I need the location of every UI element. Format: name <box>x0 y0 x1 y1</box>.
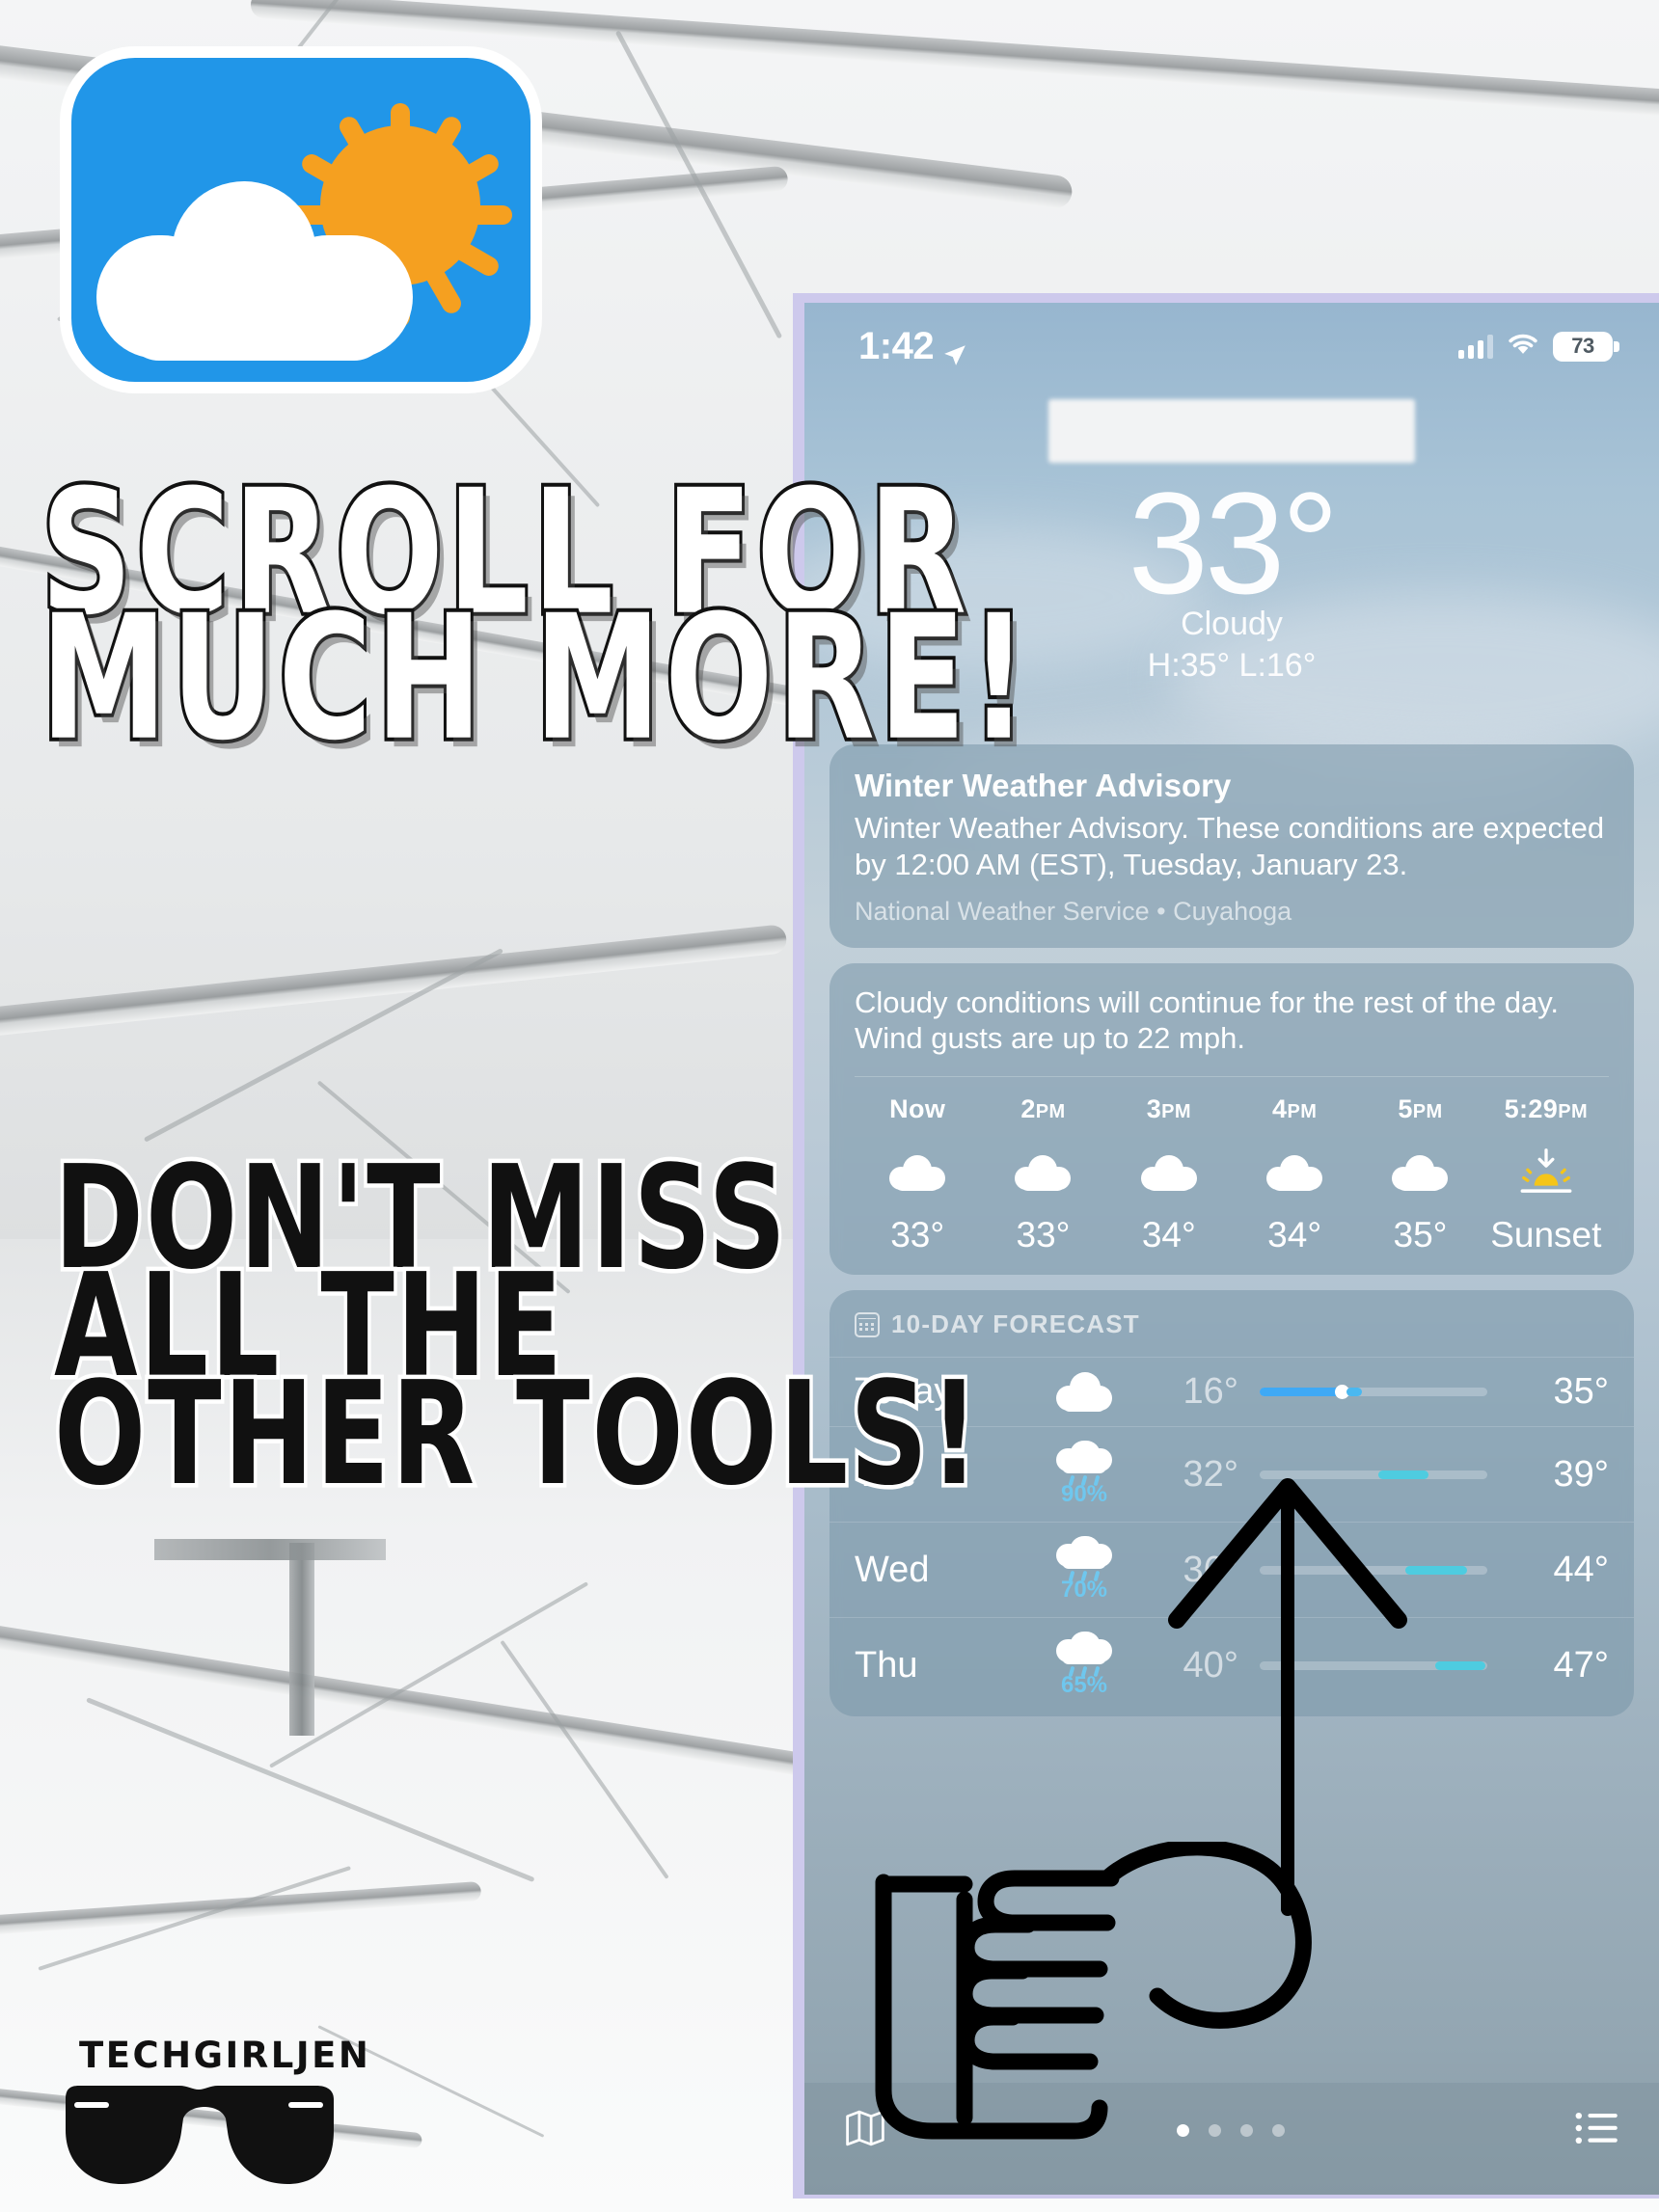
ten-day-header-label: 10-DAY FORECAST <box>891 1309 1140 1339</box>
status-bar: 1:42 73 <box>804 303 1659 376</box>
hour-temp: 34° <box>1267 1215 1322 1255</box>
hour-temp: 33° <box>1016 1215 1071 1255</box>
cloud-icon <box>96 181 415 361</box>
cloud-icon <box>855 1136 980 1209</box>
location-name-redacted <box>1048 399 1415 463</box>
ten-day-header: 10-DAY FORECAST <box>830 1309 1634 1357</box>
hour-temp: Sunset <box>1490 1215 1602 1255</box>
status-bar-indicators: 73 <box>1458 331 1619 362</box>
high-temp: 44° <box>1553 1549 1609 1590</box>
day-label: Wed <box>855 1549 930 1590</box>
hour-temp: 34° <box>1141 1215 1196 1255</box>
hour-temp: 35° <box>1393 1215 1448 1255</box>
location-arrow-icon <box>942 334 967 365</box>
status-bar-time: 1:42 <box>858 324 935 367</box>
cloud-icon <box>980 1136 1105 1209</box>
hour-label: 3PM <box>1146 1094 1191 1124</box>
brand-handle: TECHGIRLJEN <box>79 2035 371 2076</box>
sunset-icon <box>1483 1136 1609 1209</box>
hour-temp: 33° <box>890 1215 945 1255</box>
hourly-row[interactable]: Now 33° 2PM 33° 3PM 34° 4PM 34° 5PM 35° … <box>830 1094 1634 1255</box>
divider <box>855 1076 1609 1078</box>
battery-level: 73 <box>1571 334 1594 358</box>
hour-label: 4PM <box>1272 1094 1318 1124</box>
status-bar-time-group: 1:42 <box>858 325 967 368</box>
hour-label: 2PM <box>1020 1094 1066 1124</box>
hourly-item[interactable]: 3PM 34° <box>1106 1094 1232 1255</box>
high-temp: 39° <box>1553 1453 1609 1495</box>
subhead-line-3: OTHER TOOLS! <box>50 1347 982 1522</box>
fence-post <box>289 1543 314 1736</box>
hourly-item[interactable]: 5:29PM Sunset <box>1483 1094 1609 1255</box>
cloud-rain-icon: 90% <box>1026 1441 1142 1508</box>
high-temp: 35° <box>1553 1371 1609 1413</box>
hourly-item[interactable]: 2PM 33° <box>980 1094 1105 1255</box>
calendar-icon <box>855 1311 880 1337</box>
day-label: Thu <box>855 1644 918 1686</box>
advisory-source: National Weather Service • Cuyahoga <box>855 896 1292 926</box>
high-temp: 47° <box>1553 1644 1609 1686</box>
hour-label: 5PM <box>1398 1094 1443 1124</box>
glasses-icon <box>66 2086 334 2184</box>
temp-range-bar <box>1260 1385 1487 1400</box>
hour-label: Now <box>889 1094 946 1124</box>
cloud-rain-icon: 65% <box>1026 1632 1142 1699</box>
cloud-icon <box>1106 1136 1232 1209</box>
hourly-item[interactable]: 5PM 35° <box>1357 1094 1482 1255</box>
headline-line-2: MUCH MORE! <box>38 575 1032 783</box>
icon-blue-face <box>71 58 530 382</box>
cloud-icon <box>1026 1371 1142 1413</box>
cellular-bars-icon <box>1458 334 1493 359</box>
cloud-icon <box>1232 1136 1357 1209</box>
hourly-item[interactable]: 4PM 34° <box>1232 1094 1357 1255</box>
pointing-hand-annotation <box>868 1839 1370 2165</box>
wifi-icon <box>1507 331 1539 362</box>
hour-label: 5:29PM <box>1504 1094 1589 1124</box>
advisory-body: Winter Weather Advisory. These condition… <box>855 811 1605 881</box>
fence-rail <box>154 1539 386 1560</box>
hourly-forecast-card[interactable]: Cloudy conditions will continue for the … <box>830 962 1634 1276</box>
battery-icon: 73 <box>1553 331 1619 362</box>
cloud-icon <box>1357 1136 1482 1209</box>
cloud-rain-icon: 70% <box>1026 1536 1142 1604</box>
hourly-summary: Cloudy conditions will continue for the … <box>855 985 1560 1056</box>
list-bullet-icon[interactable] <box>1574 2108 1620 2153</box>
brand-logo: TECHGIRLJEN <box>58 2035 371 2197</box>
hourly-item[interactable]: Now 33° <box>855 1094 980 1255</box>
low-temp: 16° <box>1183 1371 1238 1413</box>
weather-app-icon <box>60 46 542 393</box>
